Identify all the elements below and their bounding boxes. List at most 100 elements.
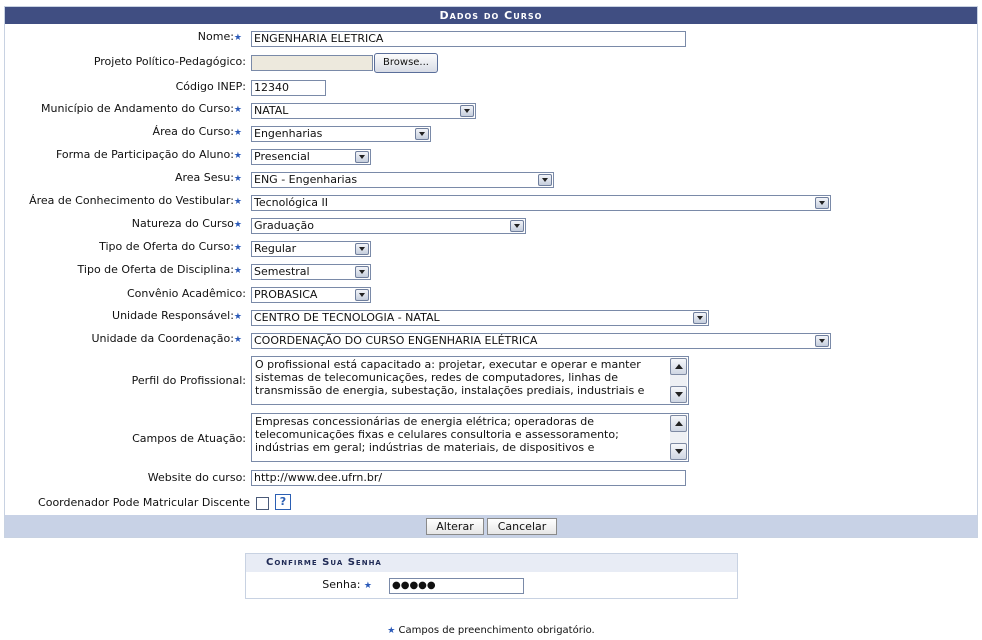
label-unidade-coord: Unidade da Coordenação:	[91, 332, 234, 345]
area-select[interactable]: Engenharias	[251, 126, 431, 142]
label-convenio: Convênio Acadêmico:	[126, 287, 246, 300]
required-star-icon: ★	[233, 220, 242, 230]
row-oferta-disciplina: Tipo de Oferta de Disciplina:★ Semestral	[5, 262, 977, 282]
row-sesu: Area Sesu:★ ENG - Engenharias	[5, 170, 977, 190]
perfil-text: O profissional está capacitado a: projet…	[255, 358, 645, 397]
natureza-value: Graduação	[254, 219, 315, 232]
oferta-disciplina-select[interactable]: Semestral	[251, 264, 371, 280]
label-vestibular: Área de Conhecimento do Vestibular:	[29, 194, 234, 207]
unidade-resp-select[interactable]: CENTRO DE TECNOLOGIA - NATAL	[251, 310, 709, 326]
chevron-down-icon[interactable]	[415, 128, 429, 140]
scroll-up-icon[interactable]	[670, 358, 687, 375]
required-note-text: Campos de preenchimento obrigatório.	[398, 625, 595, 636]
row-oferta-curso: Tipo de Oferta do Curso:★ Regular	[5, 239, 977, 259]
label-projeto: Projeto Político-Pedagógico:	[93, 55, 246, 68]
panel-title: Dados do Curso	[5, 7, 977, 24]
row-vestibular: Área de Conhecimento do Vestibular:★ Tec…	[5, 193, 977, 213]
row-projeto: Projeto Político-Pedagógico: Browse...	[5, 53, 977, 74]
chevron-down-icon[interactable]	[538, 174, 552, 186]
row-participacao: Forma de Participação do Aluno:★ Presenc…	[5, 147, 977, 167]
label-campos: Campos de Atuação:	[132, 432, 246, 445]
coordenador-checkbox[interactable]	[256, 497, 269, 510]
cancelar-button[interactable]: Cancelar	[487, 518, 557, 535]
chevron-down-icon[interactable]	[693, 312, 707, 324]
nome-input[interactable]: ENGENHARIA ELETRICA	[251, 31, 686, 47]
label-inep: Código INEP:	[175, 80, 246, 93]
required-star-icon: ★	[233, 266, 242, 276]
required-star-icon: ★	[363, 581, 372, 591]
chevron-down-icon[interactable]	[355, 151, 369, 163]
label-coordenador: Coordenador Pode Matricular Discente	[38, 496, 250, 509]
browse-button[interactable]: Browse...	[374, 53, 438, 73]
natureza-select[interactable]: Graduação	[251, 218, 526, 234]
chevron-down-icon[interactable]	[355, 266, 369, 278]
oferta-curso-value: Regular	[254, 242, 297, 255]
row-area: Área do Curso:★ Engenharias	[5, 124, 977, 144]
row-website: Website do curso: http://www.dee.ufrn.br…	[5, 470, 977, 490]
row-nome: Nome:★ ENGENHARIA ELETRICA	[5, 29, 977, 49]
oferta-curso-select[interactable]: Regular	[251, 241, 371, 257]
area-value: Engenharias	[254, 127, 323, 140]
help-icon[interactable]: ?	[275, 494, 291, 510]
scroll-down-icon[interactable]	[670, 386, 687, 403]
required-star-icon: ★	[233, 335, 242, 345]
required-star-icon: ★	[233, 174, 242, 184]
municipio-value: NATAL	[254, 104, 289, 117]
label-natureza: Natureza do Curso	[131, 217, 234, 230]
row-municipio: Município de Andamento do Curso:★ NATAL	[5, 101, 977, 121]
projeto-file-input[interactable]	[251, 55, 373, 71]
senha-input[interactable]: ●●●●●	[389, 578, 524, 594]
scroll-up-icon[interactable]	[670, 415, 687, 432]
inep-input[interactable]: 12340	[251, 80, 326, 96]
vestibular-value: Tecnológica II	[254, 196, 328, 209]
required-star-icon: ★	[387, 626, 396, 636]
row-unidade-coord: Unidade da Coordenação:★ COORDENAÇÃO DO …	[5, 331, 977, 351]
website-input[interactable]: http://www.dee.ufrn.br/	[251, 470, 686, 486]
required-note: ★ Campos de preenchimento obrigatório.	[0, 625, 982, 636]
form-actions-bar: Alterar Cancelar	[5, 515, 977, 537]
required-star-icon: ★	[233, 197, 242, 207]
participacao-value: Presencial	[254, 150, 310, 163]
row-coordenador: Coordenador Pode Matricular Discente ?	[5, 494, 977, 515]
label-sesu: Area Sesu:	[174, 171, 234, 184]
perfil-textarea[interactable]: O profissional está capacitado a: projet…	[251, 356, 689, 405]
convenio-select[interactable]: PROBASICA	[251, 287, 371, 303]
sesu-value: ENG - Engenharias	[254, 173, 358, 186]
label-municipio: Município de Andamento do Curso:	[41, 102, 234, 115]
convenio-value: PROBASICA	[254, 288, 318, 301]
chevron-down-icon[interactable]	[815, 197, 829, 209]
required-star-icon: ★	[233, 243, 242, 253]
participacao-select[interactable]: Presencial	[251, 149, 371, 165]
required-star-icon: ★	[233, 128, 242, 138]
chevron-down-icon[interactable]	[510, 220, 524, 232]
row-unidade-resp: Unidade Responsável:★ CENTRO DE TECNOLOG…	[5, 308, 977, 328]
chevron-down-icon[interactable]	[815, 335, 829, 347]
sesu-select[interactable]: ENG - Engenharias	[251, 172, 554, 188]
required-star-icon: ★	[233, 105, 242, 115]
row-inep: Código INEP: 12340	[5, 79, 977, 99]
municipio-select[interactable]: NATAL	[251, 103, 476, 119]
required-star-icon: ★	[233, 312, 242, 322]
campos-textarea[interactable]: Empresas concessionárias de energia elét…	[251, 413, 689, 462]
course-data-panel: Dados do Curso Nome:★ ENGENHARIA ELETRIC…	[4, 6, 978, 538]
label-perfil: Perfil do Profissional:	[131, 374, 246, 387]
unidade-coord-select[interactable]: COORDENAÇÃO DO CURSO ENGENHARIA ELÉTRICA	[251, 333, 831, 349]
oferta-disciplina-value: Semestral	[254, 265, 310, 278]
label-unidade-resp: Unidade Responsável:	[112, 309, 234, 322]
vestibular-select[interactable]: Tecnológica II	[251, 195, 831, 211]
label-nome: Nome:	[197, 30, 234, 43]
scroll-down-icon[interactable]	[670, 443, 687, 460]
alterar-button[interactable]: Alterar	[426, 518, 484, 535]
chevron-down-icon[interactable]	[355, 243, 369, 255]
campos-text: Empresas concessionárias de energia elét…	[255, 415, 619, 454]
chevron-down-icon[interactable]	[460, 105, 474, 117]
campos-scrollbar[interactable]	[670, 415, 687, 460]
label-area: Área do Curso:	[152, 125, 234, 138]
label-website: Website do curso:	[147, 471, 246, 484]
label-oferta-curso: Tipo de Oferta do Curso:	[99, 240, 234, 253]
unidade-resp-value: CENTRO DE TECNOLOGIA - NATAL	[254, 311, 440, 324]
chevron-down-icon[interactable]	[355, 289, 369, 301]
row-convenio: Convênio Acadêmico: PROBASICA	[5, 286, 977, 306]
confirm-title: Confirme Sua Senha	[246, 554, 737, 572]
perfil-scrollbar[interactable]	[670, 358, 687, 403]
